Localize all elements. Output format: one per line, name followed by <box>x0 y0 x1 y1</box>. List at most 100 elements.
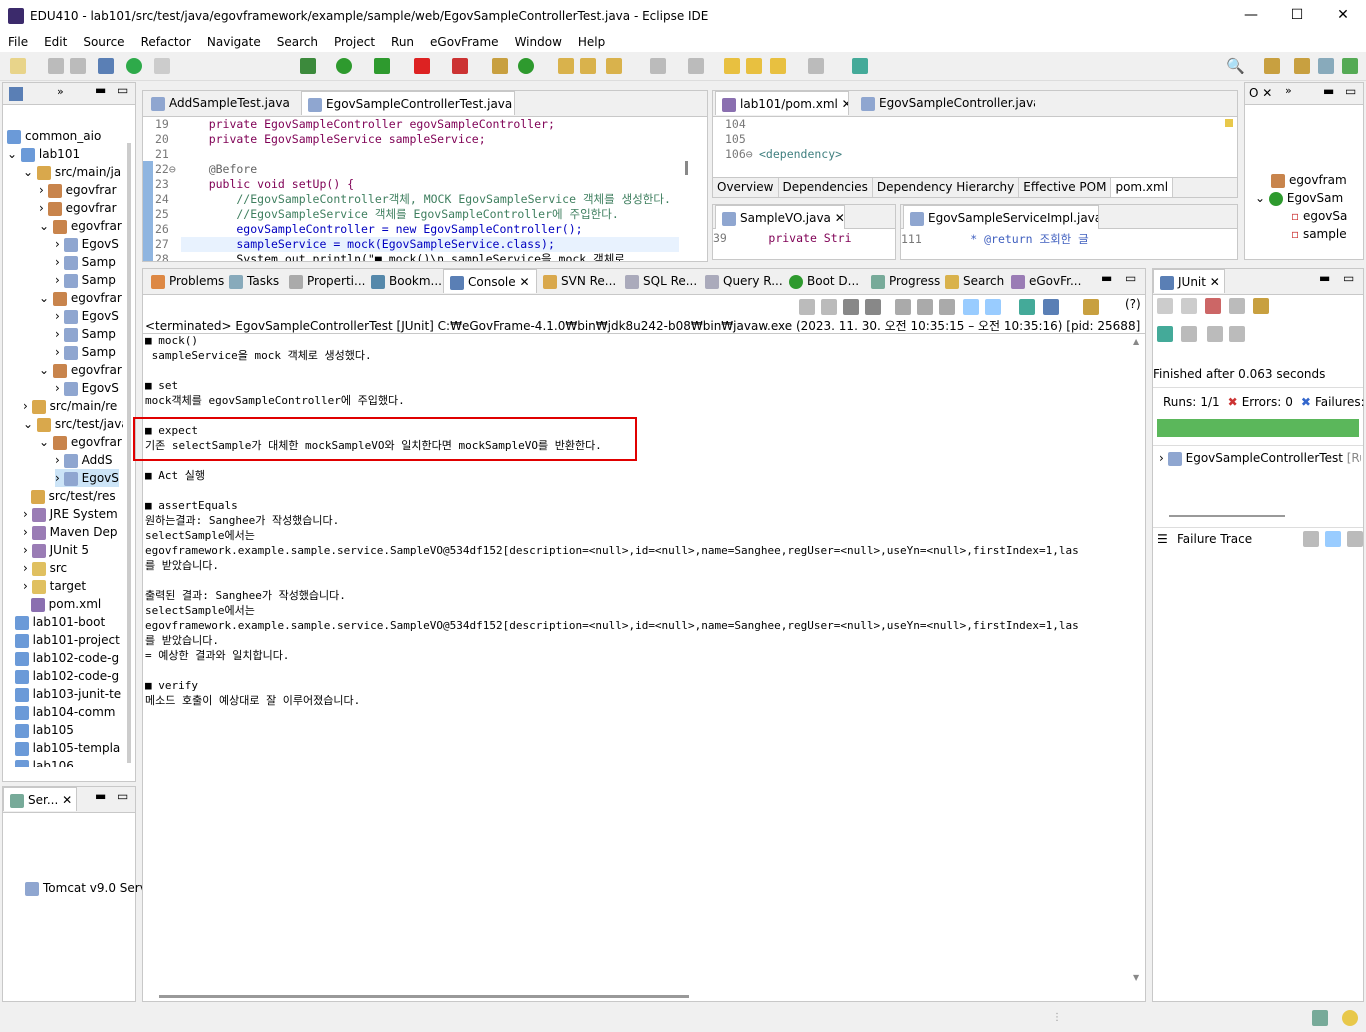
tree-item[interactable]: egovfrar <box>71 363 122 377</box>
compare-icon[interactable] <box>1303 531 1319 547</box>
tree-item[interactable]: lab101-project <box>33 633 120 647</box>
tab-egovsamplecontrollertest[interactable]: EgovSampleControllerTest.java ✕ <box>301 91 515 115</box>
pin-editor-icon[interactable] <box>852 58 868 74</box>
debug-icon[interactable] <box>300 58 316 74</box>
tab-junit[interactable]: JUnit ✕ <box>1153 269 1225 293</box>
scroll-down-icon[interactable]: ▼ <box>1133 973 1139 982</box>
minimize-view-icon[interactable]: ▬ <box>1319 271 1330 285</box>
tab-pom-source[interactable]: pom.xml <box>1111 178 1174 197</box>
history-icon[interactable] <box>1253 298 1269 314</box>
tree-item[interactable]: lab102-code-g <box>33 651 119 665</box>
tab-egovsamplecontroller[interactable]: EgovSampleController.java <box>855 91 1035 115</box>
back-icon[interactable] <box>770 58 786 74</box>
maximize-view-icon[interactable]: ▭ <box>117 83 128 97</box>
tab-tasks[interactable]: Tasks <box>223 269 285 293</box>
tree-item[interactable]: src <box>50 561 68 575</box>
menu-project[interactable]: Project <box>326 35 383 49</box>
tab-pom-xml[interactable]: lab101/pom.xml ✕ <box>715 91 849 115</box>
tree-item[interactable]: EgovS <box>82 237 119 251</box>
menu-source[interactable]: Source <box>75 35 132 49</box>
tab-dependency-hierarchy[interactable]: Dependency Hierarchy <box>873 178 1020 197</box>
tree-item[interactable]: lab101 <box>39 147 80 161</box>
new-java-project-icon[interactable] <box>492 58 508 74</box>
perspective-java-icon[interactable] <box>1318 58 1334 74</box>
tab-boot-dashboard[interactable]: Boot D... <box>783 269 865 293</box>
save-all-icon[interactable] <box>70 58 86 74</box>
minimize-view-icon[interactable]: ▬ <box>1323 84 1334 98</box>
tree-item[interactable]: lab105 <box>33 723 74 737</box>
menu-egovframe[interactable]: eGovFrame <box>422 35 507 49</box>
show-on-error-icon[interactable] <box>985 299 1001 315</box>
tab-dependencies[interactable]: Dependencies <box>779 178 873 197</box>
run-icon[interactable] <box>336 58 352 74</box>
tree-item[interactable]: egovfrar <box>66 183 117 197</box>
search-tool-icon[interactable] <box>606 58 622 74</box>
tree-item[interactable]: egovfrar <box>66 201 117 215</box>
breakpoint-icon[interactable] <box>154 58 170 74</box>
tree-item[interactable]: pom.xml <box>49 597 102 611</box>
tree-item[interactable]: lab104-comm <box>33 705 116 719</box>
pin-console-icon[interactable] <box>799 299 815 315</box>
tree-item[interactable]: egovfrar <box>71 435 122 449</box>
minimize-button[interactable]: — <box>1228 0 1274 31</box>
tree-item[interactable]: src/main/ja <box>55 165 121 179</box>
tab-servers[interactable]: Ser... ✕ <box>3 787 77 811</box>
clear-console-icon[interactable] <box>895 299 911 315</box>
last-edit-icon[interactable] <box>724 58 740 74</box>
minimize-view-icon[interactable]: ▬ <box>95 83 106 97</box>
minimize-view-icon[interactable]: ▬ <box>1101 271 1112 285</box>
tab-addsampletest[interactable]: AddSampleTest.java <box>145 91 295 115</box>
forward-icon[interactable] <box>808 58 824 74</box>
tab-properties[interactable]: Properti... <box>283 269 371 293</box>
next-failure-icon[interactable] <box>1157 298 1173 314</box>
menu-refactor[interactable]: Refactor <box>133 35 199 49</box>
tree-item[interactable]: EgovS <box>82 309 119 323</box>
tree-item[interactable]: AddS <box>82 453 113 467</box>
show-failures-only-icon[interactable] <box>1205 298 1221 314</box>
tree-item[interactable]: common_aio <box>25 129 101 143</box>
outline-row[interactable]: ⌄ EgovSam <box>1255 191 1343 206</box>
test-history-icon[interactable] <box>1229 326 1245 342</box>
menu-help[interactable]: Help <box>570 35 613 49</box>
tree-item[interactable]: lab105-templa <box>33 741 121 755</box>
remove-all-icon[interactable] <box>865 299 881 315</box>
stop-icon[interactable] <box>414 58 430 74</box>
horizontal-scrollbar[interactable] <box>159 995 689 998</box>
rerun-failed-icon[interactable] <box>1181 326 1197 342</box>
vertical-scrollbar[interactable] <box>127 143 131 763</box>
tab-effective-pom[interactable]: Effective POM <box>1019 178 1112 197</box>
pom-code-editor[interactable]: 104 105 106⊖ <dependency> <box>713 117 1213 163</box>
word-wrap-icon[interactable] <box>939 299 955 315</box>
scroll-lock-icon[interactable] <box>917 299 933 315</box>
tree-item[interactable]: src/test/java <box>55 417 123 431</box>
tab-overview[interactable]: Overview <box>713 178 779 197</box>
outline-row[interactable]: ▫ sample <box>1291 227 1347 241</box>
menu-run[interactable]: Run <box>383 35 422 49</box>
tab-egovsampleserviceimpl[interactable]: EgovSampleServiceImpl.java ✕ <box>903 205 1099 229</box>
tree-item[interactable]: egovfrar <box>71 219 122 233</box>
copy-trace-icon[interactable] <box>1347 531 1363 547</box>
outline-row[interactable]: ▫ egovSa <box>1291 209 1347 223</box>
samplevo-code[interactable]: 39 private Stri <box>713 231 895 251</box>
tree-item[interactable]: JRE System <box>50 507 118 521</box>
view-menu-icon[interactable]: » <box>1285 84 1292 97</box>
open-task-icon[interactable] <box>580 58 596 74</box>
outline-row[interactable]: egovfram <box>1271 173 1347 188</box>
tree-item[interactable]: lab102-code-g <box>33 669 119 683</box>
open-type-icon[interactable] <box>558 58 574 74</box>
tab-sql-results[interactable]: SQL Re... <box>619 269 703 293</box>
vertical-scrollbar[interactable]: ▲ ▼ <box>1133 337 1143 985</box>
tree-item[interactable]: egovfrar <box>71 291 122 305</box>
notifications-icon[interactable] <box>1342 1010 1358 1026</box>
search-icon[interactable]: 🔍 <box>1226 58 1245 74</box>
perspective-egov-icon[interactable] <box>1294 58 1310 74</box>
tree-item[interactable]: EgovS <box>82 381 119 395</box>
horizontal-scrollbar[interactable] <box>1169 515 1285 517</box>
maximize-view-icon[interactable]: ▭ <box>1343 271 1354 285</box>
outline-tab[interactable]: O ✕ <box>1249 86 1272 100</box>
menu-file[interactable]: File <box>0 35 36 49</box>
view-menu-icon[interactable]: » <box>57 85 64 98</box>
rerun-icon[interactable] <box>1157 326 1173 342</box>
next-annotation-icon[interactable] <box>650 58 666 74</box>
open-console-icon[interactable] <box>1019 299 1035 315</box>
